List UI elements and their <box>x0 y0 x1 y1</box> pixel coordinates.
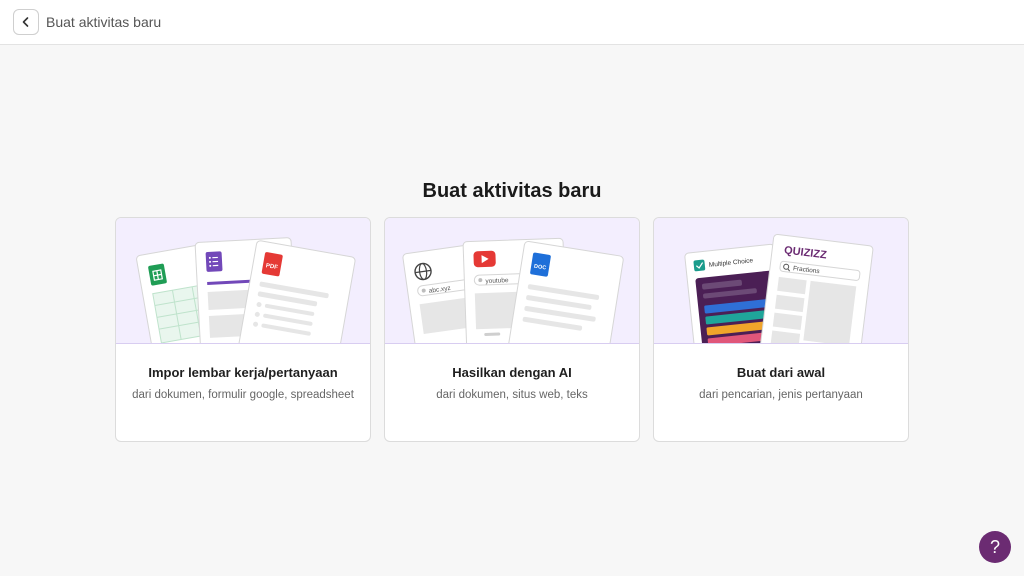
help-button[interactable]: ? <box>979 531 1011 563</box>
pdf-icon: PDF <box>261 252 283 277</box>
google-forms-icon <box>205 251 223 272</box>
ai-illustration: abc.xyz youtube DOC <box>385 218 639 344</box>
generate-ai-card[interactable]: abc.xyz youtube DOC Hasilkan dengan AI d… <box>384 217 640 442</box>
chevron-left-icon <box>22 17 29 27</box>
import-worksheet-card[interactable]: PDF Impor lembar kerja/pertanyaan dari d… <box>115 217 371 442</box>
import-illustration: PDF <box>116 218 370 344</box>
youtube-icon <box>473 250 496 268</box>
card-subtitle: dari dokumen, situs web, teks <box>436 389 588 401</box>
card-subtitle: dari dokumen, formulir google, spreadshe… <box>132 389 354 401</box>
scratch-illustration: Multiple Choice QUIZIZZ Fractions <box>654 218 908 344</box>
card-title: Hasilkan dengan AI <box>452 365 572 380</box>
quizizz-doc: QUIZIZZ Fractions <box>758 233 874 343</box>
doc-doc: DOC <box>506 240 624 343</box>
pdf-doc: PDF <box>236 240 356 343</box>
create-from-scratch-card[interactable]: Multiple Choice QUIZIZZ Fractions Buat d… <box>653 217 909 442</box>
doc-icon: DOC <box>530 252 551 277</box>
card-subtitle: dari pencarian, jenis pertanyaan <box>699 389 863 401</box>
svg-text:youtube: youtube <box>485 277 509 285</box>
back-button[interactable] <box>13 9 39 35</box>
top-bar: Buat aktivitas baru <box>0 0 1024 45</box>
page-title: Buat aktivitas baru <box>46 14 162 30</box>
google-sheets-icon <box>148 263 167 286</box>
card-title: Buat dari awal <box>736 365 826 380</box>
card-title: Impor lembar kerja/pertanyaan <box>148 365 338 380</box>
checkbox-icon <box>693 259 706 272</box>
help-icon: ? <box>989 536 1000 557</box>
main-heading: Buat aktivitas baru <box>422 180 602 202</box>
